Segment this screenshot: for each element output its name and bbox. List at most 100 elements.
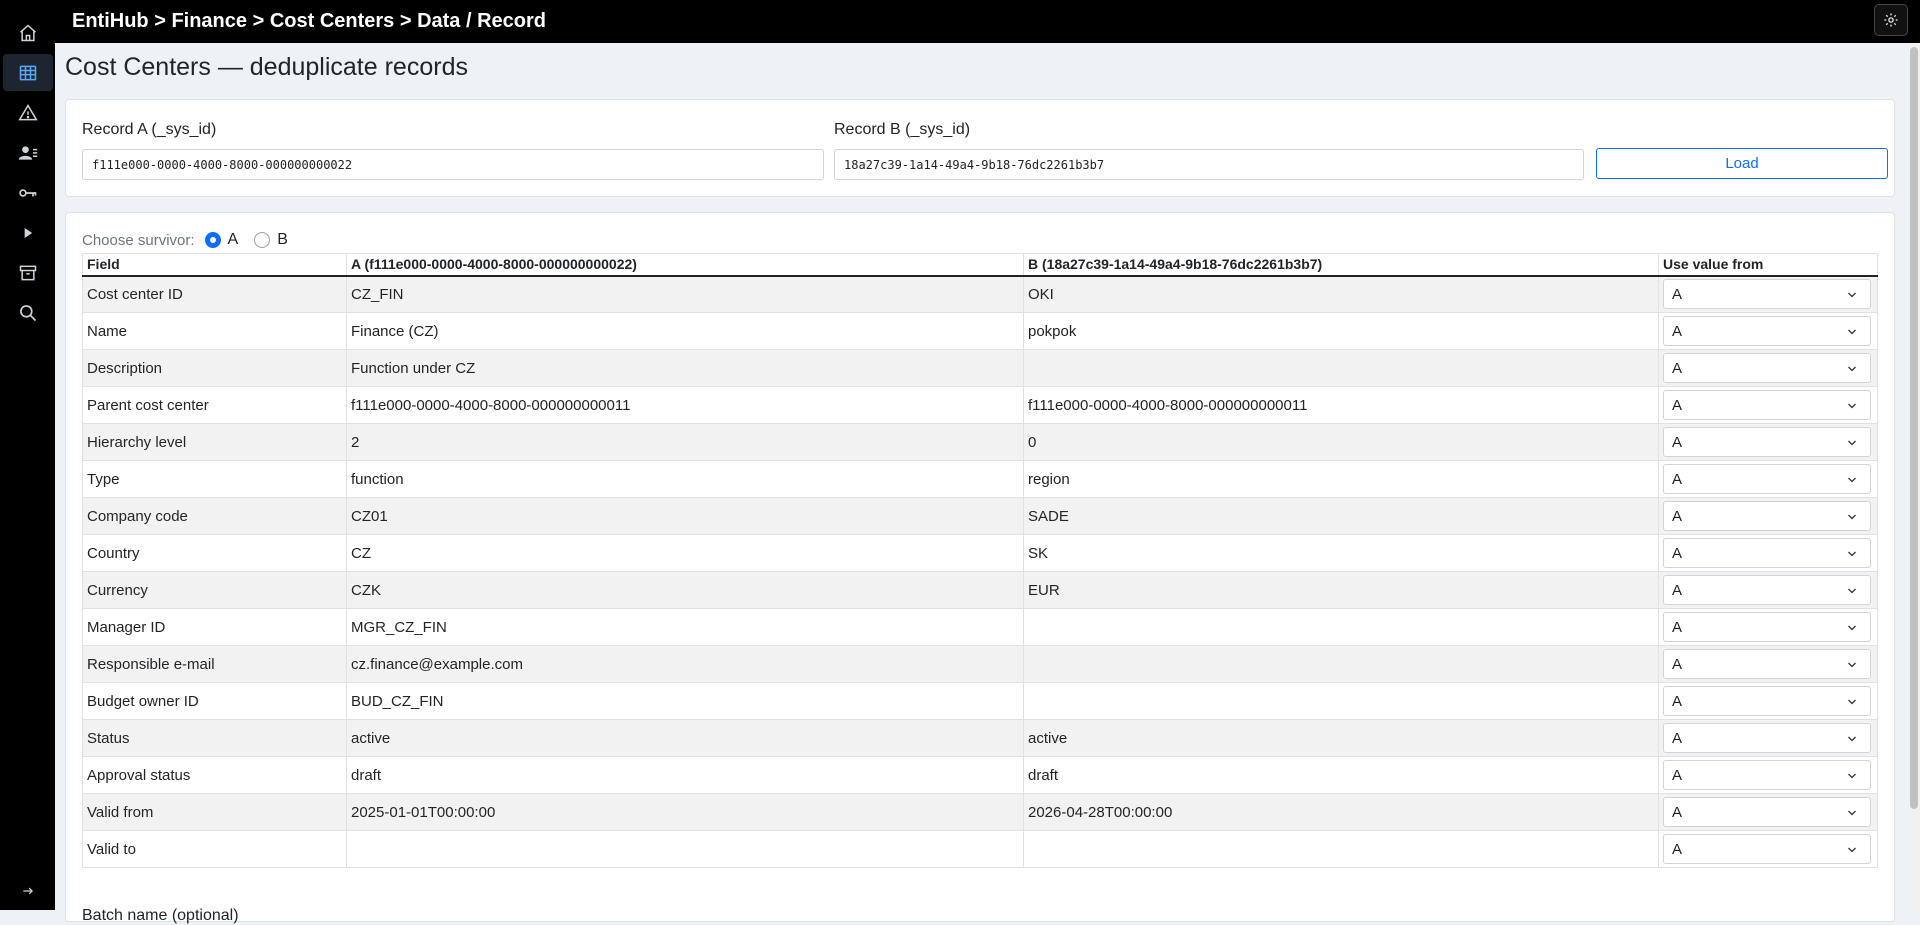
row-field-cell: Cost center ID (82, 275, 347, 313)
sidebar-item-run[interactable] (3, 214, 53, 251)
home-icon (19, 23, 36, 41)
warning-icon (17, 103, 38, 120)
row-field-cell: Currency (82, 571, 347, 609)
row-use-value-cell: A (1658, 719, 1878, 757)
radio-a-indicator[interactable] (204, 232, 221, 248)
chevron-down-icon (1848, 551, 1856, 557)
sidebar-item-home[interactable] (3, 14, 53, 51)
row-field-cell: Manager ID (82, 608, 347, 646)
sidebar-item-archive[interactable] (3, 254, 53, 291)
page-scrollbar[interactable] (1908, 43, 1920, 910)
table-row: Country CZ SK A (82, 534, 1878, 572)
use-value-select[interactable]: A (1663, 353, 1871, 383)
row-value-b-cell: draft (1023, 756, 1659, 794)
chevron-down-icon (1848, 810, 1856, 816)
use-value-select[interactable]: A (1663, 797, 1871, 827)
row-value-b-cell: SADE (1023, 497, 1659, 535)
chevron-down-icon (1848, 662, 1856, 668)
table-row: Parent cost center f111e000-0000-4000-800… (82, 386, 1878, 424)
table-row: Approval status draft draft A (82, 756, 1878, 794)
row-value-b-cell: pokpok (1023, 312, 1659, 350)
row-field-cell: Valid from (82, 793, 347, 831)
sidebar-expand-button[interactable] (0, 884, 55, 898)
row-value-a-cell: Finance (CZ) (346, 312, 1024, 350)
use-value-select[interactable]: A (1663, 538, 1871, 568)
use-value-select[interactable]: A (1663, 316, 1871, 346)
sidebar-item-users[interactable] (3, 134, 53, 171)
use-value-select[interactable]: A (1663, 464, 1871, 494)
row-value-a-cell: 2 (346, 423, 1024, 461)
arrow-right-icon (22, 887, 33, 895)
use-value-select[interactable]: A (1663, 279, 1871, 310)
table-row: Currency CZK EUR A (82, 571, 1878, 609)
use-value-select[interactable]: A (1663, 501, 1871, 531)
use-value-select[interactable]: A (1663, 390, 1871, 420)
sidebar-item-search[interactable] (3, 294, 53, 331)
scrollbar-thumb[interactable] (1910, 47, 1918, 809)
use-value-selected: A (1672, 285, 1683, 303)
row-use-value-cell: A (1658, 571, 1878, 609)
use-value-selected: A (1672, 618, 1683, 636)
survivor-label: Choose survivor: (82, 231, 195, 249)
row-use-value-cell: A (1658, 645, 1878, 683)
use-value-selected: A (1672, 322, 1683, 340)
row-value-b-cell: 0 (1023, 423, 1659, 461)
row-value-a-cell: BUD_CZ_FIN (346, 682, 1024, 720)
use-value-select[interactable]: A (1663, 649, 1871, 679)
use-value-select[interactable]: A (1663, 612, 1871, 642)
use-value-select[interactable]: A (1663, 575, 1871, 605)
row-value-a-cell: active (346, 719, 1024, 757)
table-row: Hierarchy level 2 0 A (82, 423, 1878, 461)
sidebar-item-issues[interactable] (3, 94, 53, 131)
row-value-b-cell: active (1023, 719, 1659, 757)
row-value-a-cell: draft (346, 756, 1024, 794)
row-field-cell: Approval status (82, 756, 347, 794)
table-row: Company code CZ01 SADE A (82, 497, 1878, 535)
sidebar-item-data[interactable] (2, 54, 53, 91)
row-use-value-cell: A (1658, 312, 1878, 350)
gear-icon (1884, 13, 1898, 27)
record-b-input[interactable] (834, 149, 1584, 180)
use-value-select[interactable]: A (1663, 427, 1871, 457)
search-icon (19, 304, 36, 321)
use-value-selected: A (1672, 766, 1683, 784)
radio-a-label: A (227, 231, 239, 248)
sidebar-item-keys[interactable] (3, 174, 53, 211)
row-use-value-cell: A (1658, 275, 1878, 313)
row-value-a-cell: function (346, 460, 1024, 498)
row-value-a-cell: Function under CZ (346, 349, 1024, 387)
use-value-select[interactable]: A (1663, 686, 1871, 716)
table-row: Valid from 2025-01-01T00:00:00 2026-04-28T… (82, 793, 1878, 831)
row-use-value-cell: A (1658, 608, 1878, 646)
row-use-value-cell: A (1658, 460, 1878, 498)
row-field-cell: Type (82, 460, 347, 498)
row-value-b-cell: OKI (1023, 275, 1659, 313)
chevron-down-icon (1848, 847, 1856, 853)
survivor-chooser: Choose survivor: A B (82, 231, 304, 249)
table-row: Valid to A (82, 830, 1878, 868)
header-record-a: A (f111e000-0000-4000-8000-000000000022) (346, 253, 1024, 277)
archive-icon (19, 265, 36, 280)
row-value-b-cell (1023, 349, 1659, 387)
radio-b-label: B (277, 231, 288, 248)
settings-button[interactable] (1874, 4, 1908, 36)
chevron-down-icon (1848, 736, 1856, 742)
record-a-input[interactable] (82, 149, 824, 180)
survivor-radio-b[interactable]: B (254, 231, 288, 249)
row-value-a-cell: CZ (346, 534, 1024, 572)
top-bar: EntiHub > Finance > Cost Centers > Data … (55, 0, 1920, 43)
use-value-select[interactable]: A (1663, 723, 1871, 753)
row-use-value-cell: A (1658, 497, 1878, 535)
radio-b-indicator[interactable] (254, 232, 271, 248)
load-button[interactable]: Load (1596, 148, 1888, 179)
row-value-b-cell (1023, 830, 1659, 868)
row-value-a-cell: MGR_CZ_FIN (346, 608, 1024, 646)
use-value-selected: A (1672, 396, 1683, 414)
use-value-selected: A (1672, 655, 1683, 673)
row-use-value-cell: A (1658, 830, 1878, 868)
row-value-a-cell: CZK (346, 571, 1024, 609)
row-value-a-cell: 2025-01-01T00:00:00 (346, 793, 1024, 831)
survivor-radio-a[interactable]: A (204, 231, 239, 249)
use-value-select[interactable]: A (1663, 760, 1871, 790)
use-value-select[interactable]: A (1663, 834, 1871, 864)
